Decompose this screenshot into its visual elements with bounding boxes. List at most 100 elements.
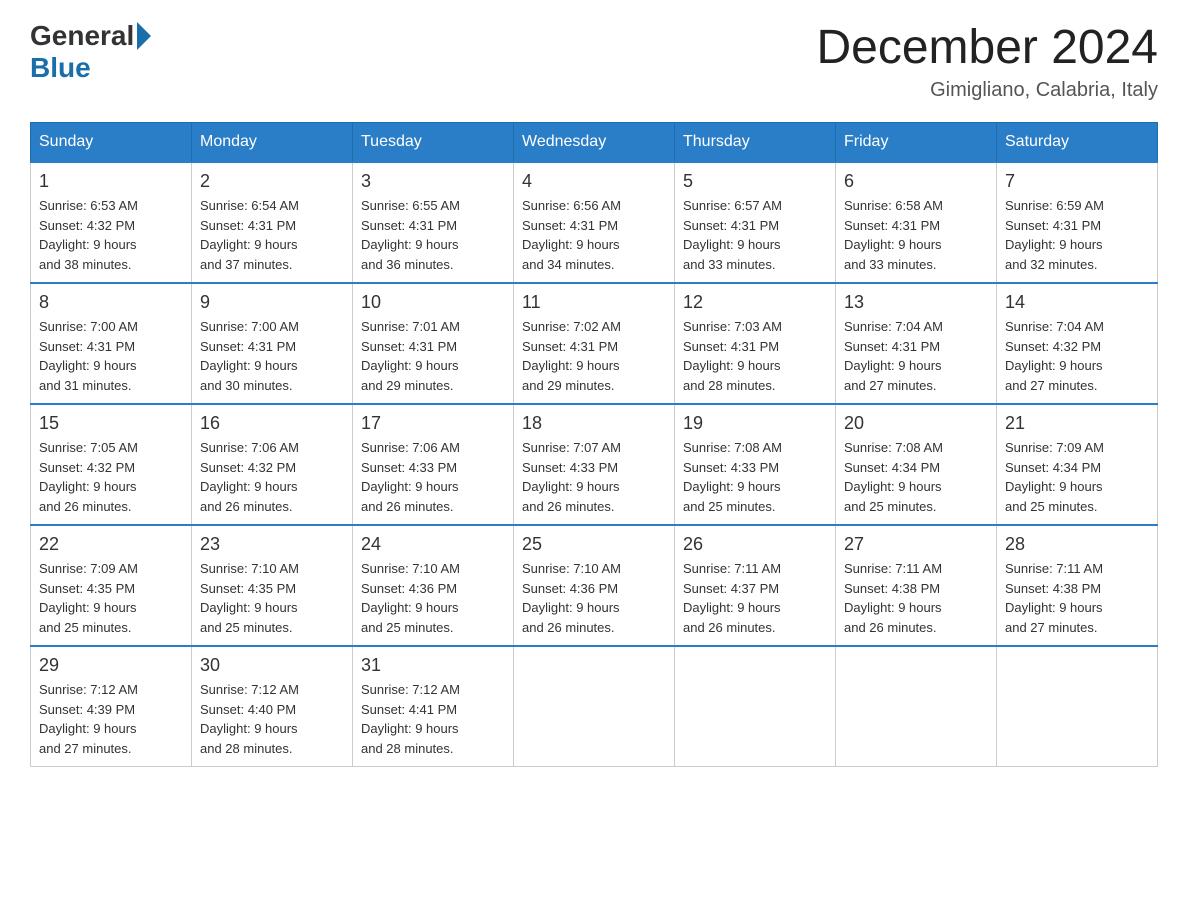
calendar-cell: 30 Sunrise: 7:12 AMSunset: 4:40 PMDayligh… — [192, 646, 353, 767]
calendar-cell: 29Sunrise: 7:12 AMSunset: 4:39 PMDayligh… — [31, 646, 192, 767]
day-number: 21 — [1005, 413, 1149, 434]
calendar-cell: 25 Sunrise: 7:10 AMSunset: 4:36 PMDayligh… — [514, 525, 675, 646]
calendar-cell: 19 Sunrise: 7:08 AMSunset: 4:33 PMDayligh… — [675, 404, 836, 525]
calendar-cell: 15Sunrise: 7:05 AMSunset: 4:32 PMDayligh… — [31, 404, 192, 525]
header-row: SundayMondayTuesdayWednesdayThursdayFrid… — [31, 123, 1158, 163]
day-number: 8 — [39, 292, 183, 313]
day-number: 22 — [39, 534, 183, 555]
day-info: Sunrise: 7:11 AMSunset: 4:38 PMDaylight:… — [844, 559, 988, 637]
day-number: 25 — [522, 534, 666, 555]
calendar-cell: 2 Sunrise: 6:54 AMSunset: 4:31 PMDaylight… — [192, 162, 353, 283]
day-info: Sunrise: 7:10 AMSunset: 4:36 PMDaylight:… — [522, 559, 666, 637]
calendar-cell: 12 Sunrise: 7:03 AMSunset: 4:31 PMDayligh… — [675, 283, 836, 404]
day-number: 12 — [683, 292, 827, 313]
calendar-cell — [675, 646, 836, 767]
day-info: Sunrise: 7:11 AMSunset: 4:38 PMDaylight:… — [1005, 559, 1149, 637]
day-number: 1 — [39, 171, 183, 192]
calendar-cell: 1Sunrise: 6:53 AMSunset: 4:32 PMDaylight… — [31, 162, 192, 283]
calendar-cell — [836, 646, 997, 767]
day-number: 15 — [39, 413, 183, 434]
calendar-cell: 28Sunrise: 7:11 AMSunset: 4:38 PMDayligh… — [997, 525, 1158, 646]
logo: General Blue — [30, 20, 154, 84]
week-row-3: 15Sunrise: 7:05 AMSunset: 4:32 PMDayligh… — [31, 404, 1158, 525]
day-info: Sunrise: 7:00 AMSunset: 4:31 PMDaylight:… — [39, 317, 183, 395]
header-day-sunday: Sunday — [31, 123, 192, 163]
day-info: Sunrise: 7:10 AMSunset: 4:36 PMDaylight:… — [361, 559, 505, 637]
day-number: 19 — [683, 413, 827, 434]
location: Gimigliano, Calabria, Italy — [816, 79, 1158, 102]
day-info: Sunrise: 6:55 AMSunset: 4:31 PMDaylight:… — [361, 196, 505, 274]
day-number: 10 — [361, 292, 505, 313]
day-number: 18 — [522, 413, 666, 434]
day-number: 6 — [844, 171, 988, 192]
day-number: 31 — [361, 655, 505, 676]
day-info: Sunrise: 7:04 AMSunset: 4:31 PMDaylight:… — [844, 317, 988, 395]
calendar-cell: 9 Sunrise: 7:00 AMSunset: 4:31 PMDaylight… — [192, 283, 353, 404]
calendar-header: SundayMondayTuesdayWednesdayThursdayFrid… — [31, 123, 1158, 163]
header-day-friday: Friday — [836, 123, 997, 163]
week-row-4: 22Sunrise: 7:09 AMSunset: 4:35 PMDayligh… — [31, 525, 1158, 646]
day-info: Sunrise: 7:03 AMSunset: 4:31 PMDaylight:… — [683, 317, 827, 395]
calendar-body: 1Sunrise: 6:53 AMSunset: 4:32 PMDaylight… — [31, 162, 1158, 767]
day-info: Sunrise: 7:01 AMSunset: 4:31 PMDaylight:… — [361, 317, 505, 395]
calendar-cell: 21Sunrise: 7:09 AMSunset: 4:34 PMDayligh… — [997, 404, 1158, 525]
day-info: Sunrise: 7:08 AMSunset: 4:33 PMDaylight:… — [683, 438, 827, 516]
day-number: 5 — [683, 171, 827, 192]
calendar-table: SundayMondayTuesdayWednesdayThursdayFrid… — [30, 122, 1158, 767]
header-day-monday: Monday — [192, 123, 353, 163]
day-number: 20 — [844, 413, 988, 434]
calendar-cell: 26 Sunrise: 7:11 AMSunset: 4:37 PMDayligh… — [675, 525, 836, 646]
logo-general-text: General — [30, 20, 134, 52]
day-info: Sunrise: 7:12 AMSunset: 4:41 PMDaylight:… — [361, 680, 505, 758]
header-day-tuesday: Tuesday — [353, 123, 514, 163]
day-number: 16 — [200, 413, 344, 434]
day-info: Sunrise: 7:08 AMSunset: 4:34 PMDaylight:… — [844, 438, 988, 516]
day-number: 2 — [200, 171, 344, 192]
calendar-cell — [997, 646, 1158, 767]
calendar-cell: 23Sunrise: 7:10 AMSunset: 4:35 PMDayligh… — [192, 525, 353, 646]
calendar-cell — [514, 646, 675, 767]
day-info: Sunrise: 6:54 AMSunset: 4:31 PMDaylight:… — [200, 196, 344, 274]
calendar-cell: 13 Sunrise: 7:04 AMSunset: 4:31 PMDayligh… — [836, 283, 997, 404]
header-day-thursday: Thursday — [675, 123, 836, 163]
day-number: 4 — [522, 171, 666, 192]
day-info: Sunrise: 7:06 AMSunset: 4:33 PMDaylight:… — [361, 438, 505, 516]
day-info: Sunrise: 6:59 AMSunset: 4:31 PMDaylight:… — [1005, 196, 1149, 274]
calendar-cell: 22Sunrise: 7:09 AMSunset: 4:35 PMDayligh… — [31, 525, 192, 646]
title-block: December 2024 Gimigliano, Calabria, Ital… — [816, 20, 1158, 102]
calendar-cell: 17 Sunrise: 7:06 AMSunset: 4:33 PMDayligh… — [353, 404, 514, 525]
calendar-cell: 6 Sunrise: 6:58 AMSunset: 4:31 PMDaylight… — [836, 162, 997, 283]
day-number: 17 — [361, 413, 505, 434]
day-info: Sunrise: 6:58 AMSunset: 4:31 PMDaylight:… — [844, 196, 988, 274]
day-number: 7 — [1005, 171, 1149, 192]
day-info: Sunrise: 7:07 AMSunset: 4:33 PMDaylight:… — [522, 438, 666, 516]
calendar-cell: 16Sunrise: 7:06 AMSunset: 4:32 PMDayligh… — [192, 404, 353, 525]
day-number: 9 — [200, 292, 344, 313]
day-number: 14 — [1005, 292, 1149, 313]
calendar-cell: 18 Sunrise: 7:07 AMSunset: 4:33 PMDayligh… — [514, 404, 675, 525]
day-info: Sunrise: 7:02 AMSunset: 4:31 PMDaylight:… — [522, 317, 666, 395]
header-day-wednesday: Wednesday — [514, 123, 675, 163]
day-info: Sunrise: 7:12 AMSunset: 4:40 PMDaylight:… — [200, 680, 344, 758]
day-info: Sunrise: 7:11 AMSunset: 4:37 PMDaylight:… — [683, 559, 827, 637]
day-info: Sunrise: 7:10 AMSunset: 4:35 PMDaylight:… — [200, 559, 344, 637]
day-info: Sunrise: 7:00 AMSunset: 4:31 PMDaylight:… — [200, 317, 344, 395]
day-number: 13 — [844, 292, 988, 313]
day-info: Sunrise: 7:12 AMSunset: 4:39 PMDaylight:… — [39, 680, 183, 758]
page-header: General Blue December 2024 Gimigliano, C… — [30, 20, 1158, 102]
day-number: 30 — [200, 655, 344, 676]
day-info: Sunrise: 6:57 AMSunset: 4:31 PMDaylight:… — [683, 196, 827, 274]
day-number: 11 — [522, 292, 666, 313]
day-number: 26 — [683, 534, 827, 555]
calendar-cell: 11 Sunrise: 7:02 AMSunset: 4:31 PMDayligh… — [514, 283, 675, 404]
day-number: 24 — [361, 534, 505, 555]
header-day-saturday: Saturday — [997, 123, 1158, 163]
week-row-5: 29Sunrise: 7:12 AMSunset: 4:39 PMDayligh… — [31, 646, 1158, 767]
calendar-cell: 27Sunrise: 7:11 AMSunset: 4:38 PMDayligh… — [836, 525, 997, 646]
calendar-cell: 7 Sunrise: 6:59 AMSunset: 4:31 PMDaylight… — [997, 162, 1158, 283]
day-info: Sunrise: 6:56 AMSunset: 4:31 PMDaylight:… — [522, 196, 666, 274]
calendar-cell: 8 Sunrise: 7:00 AMSunset: 4:31 PMDaylight… — [31, 283, 192, 404]
calendar-cell: 10 Sunrise: 7:01 AMSunset: 4:31 PMDayligh… — [353, 283, 514, 404]
month-title: December 2024 — [816, 20, 1158, 75]
calendar-cell: 4 Sunrise: 6:56 AMSunset: 4:31 PMDaylight… — [514, 162, 675, 283]
